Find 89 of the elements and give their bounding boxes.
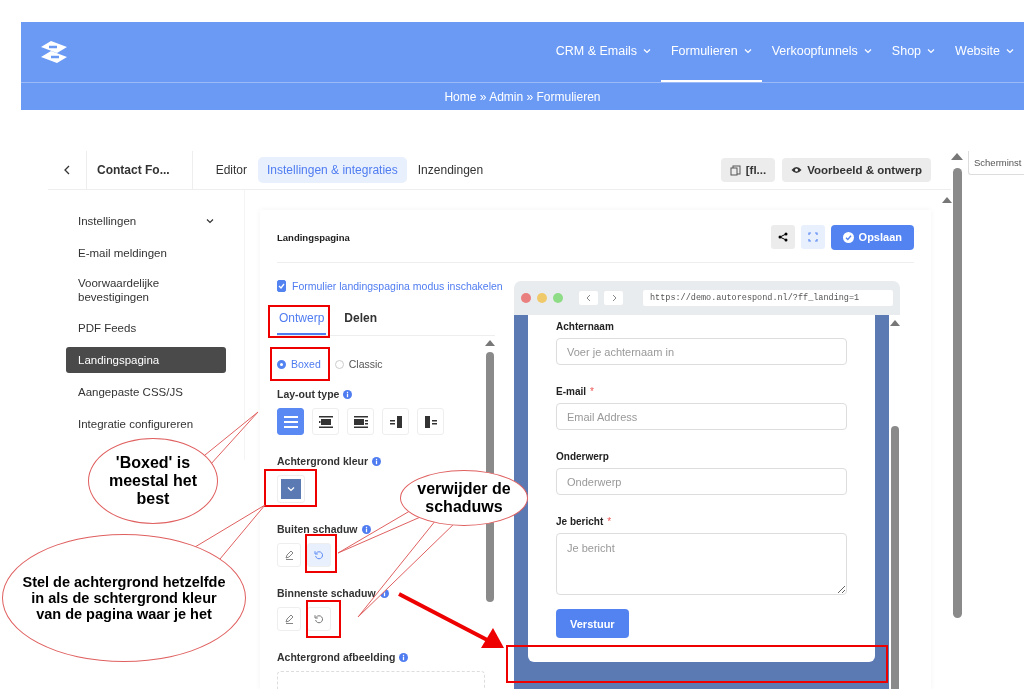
field-label: Achternaam [556,321,614,332]
share-icon [777,231,788,242]
message-field[interactable]: Je bericht [556,533,847,595]
preview-button[interactable]: Voorbeeld & ontwerp [782,158,931,182]
reset-button[interactable] [307,607,331,631]
pencil-icon [284,550,294,560]
tab[interactable]: Inzendingen [408,157,493,183]
sidebar-item[interactable]: Landingspagina [66,346,226,373]
breadcrumb: Home » Admin » Formulieren [444,89,601,104]
forward-nav-button[interactable] [604,291,623,305]
chevron-down-icon [206,218,214,224]
edit-button[interactable] [277,607,301,631]
chevron-down-icon [287,486,295,492]
speech-bubble: Stel de achtergrond hetzelfde in als de schtergrond kleur van de pagina waar je het [2,534,246,662]
sidebar-item[interactable]: Instellingen [66,208,226,234]
speech-bubble: 'Boxed' is meestal het best [88,438,218,524]
highlight-frame [264,469,317,507]
tab[interactable]: Delen [342,307,380,335]
sidebar-item[interactable]: Integratie configureren [66,410,206,437]
scroll-up-icon[interactable] [889,320,900,326]
input-field[interactable]: Email Address [556,403,847,430]
form-title: Contact Fo... [87,151,193,189]
tab[interactable]: Instellingen & integraties [258,157,407,183]
share-button[interactable] [770,224,795,249]
info-icon [361,524,371,534]
save-button[interactable]: Opslaan [830,224,914,250]
checkbox-label: Formulier landingspagina modus inschakelen [292,280,503,292]
window-dot-icon [537,293,547,303]
scroll-up-icon[interactable] [485,340,495,346]
back-nav-button[interactable] [579,291,598,305]
highlight-frame [268,305,330,338]
info-icon [343,389,353,399]
window-dot-icon [521,293,531,303]
info-icon [399,652,409,662]
fullscreen-button[interactable] [800,224,825,249]
sidebar-item[interactable]: Aangepaste CSS/JS [66,378,195,405]
pencil-icon [284,614,294,624]
input-field[interactable]: Onderwerp [556,468,847,495]
field-label: E-mail [556,386,586,397]
check-circle-icon [842,231,854,243]
scrollbar-thumb[interactable] [890,426,899,689]
fullscreen-icon [807,231,818,242]
field-label: Binnenste schaduw [277,587,376,599]
required-mark: * [590,386,594,397]
sidebar-item[interactable]: PDF Feeds [66,314,149,341]
field-label: Onderwerp [556,451,609,462]
field-label: Lay-out type [277,388,340,400]
chevron-down-icon [643,48,651,54]
chevron-down-icon [863,48,872,54]
reset-icon [314,550,324,560]
chevron-left-icon [64,165,70,175]
chevron-down-icon [743,48,752,54]
chevron-down-icon [1006,48,1014,54]
url-bar[interactable]: https://demo.autorespond.nl/?ff_landing=1 [643,290,893,306]
submit-button[interactable]: Verstuur [556,609,629,638]
radio-label: Classic [348,358,383,370]
radio-label: Boxed [291,358,321,370]
checkbox[interactable] [277,280,286,292]
highlight-frame [306,600,341,638]
reset-button[interactable] [307,543,331,567]
scrollbar-thumb[interactable] [952,168,962,618]
highlight-frame [305,534,337,573]
speech-bubble: verwijder de schaduws [400,470,528,526]
eye-icon [791,166,803,174]
sidebar-item[interactable]: Voorwaardelijke bevestigingen [66,272,226,309]
field-label: Je bericht [556,516,604,527]
input-field[interactable]: Voer je achternaam in [556,338,847,365]
field-label: Achtergrond afbeelding [277,651,396,663]
chevron-icon [610,294,617,302]
chevron-down-icon [927,48,936,54]
chevron-icon [585,294,592,302]
section-title: Landingspagina [277,231,350,243]
scroll-up-icon[interactable] [951,153,963,160]
window-dot-icon [553,293,563,303]
required-mark: * [607,516,612,527]
reset-icon [314,614,324,624]
highlight-frame [270,347,330,381]
edit-button[interactable] [277,543,301,567]
tab[interactable]: Editor [206,157,257,183]
color-swatch[interactable] [281,479,301,499]
field-label: Achtergrond kleur [277,455,368,467]
radio-button[interactable] [277,359,286,369]
sidebar-item[interactable]: E-mail meldingen [66,240,179,266]
panel-tab[interactable]: Scherminst [968,151,1024,175]
field-label: Buiten schaduw [277,523,358,535]
shortcode-button[interactable]: [fl... [720,158,776,182]
info-icon [372,456,381,466]
copy-icon [729,164,741,176]
tab[interactable]: Ontwerp [277,307,327,335]
